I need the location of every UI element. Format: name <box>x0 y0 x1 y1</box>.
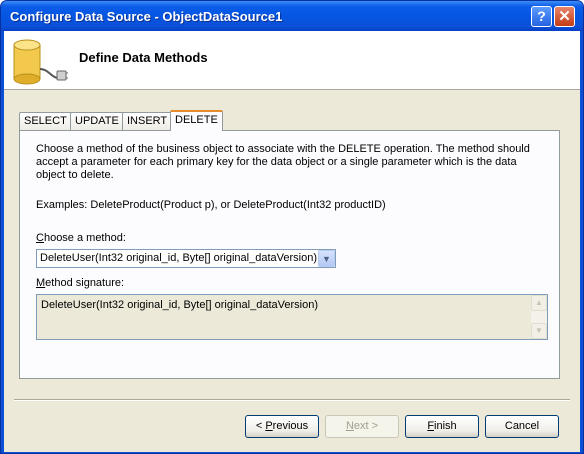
signature-scrollbar[interactable]: ▲ ▼ <box>531 295 547 339</box>
close-button[interactable]: ✕ <box>554 6 575 27</box>
finish-button-label: inish <box>434 420 457 432</box>
next-button-label: ext > <box>353 420 379 432</box>
dialog-client-area: Define Data Methods SELECT UPDATE INSERT… <box>4 31 580 452</box>
cancel-button[interactable]: Cancel <box>485 415 559 438</box>
method-dropdown[interactable]: DeleteUser(Int32 original_id, Byte[] ori… <box>36 249 336 268</box>
tab-select[interactable]: SELECT <box>19 112 72 130</box>
title-bar[interactable]: Configure Data Source - ObjectDataSource… <box>1 1 583 31</box>
scroll-up-icon[interactable]: ▲ <box>531 295 547 311</box>
delete-tab-panel: Choose a method of the business object t… <box>19 130 560 379</box>
finish-button[interactable]: Finish <box>405 415 479 438</box>
next-button-accelerator: N <box>345 420 354 432</box>
tab-update[interactable]: UPDATE <box>70 112 124 130</box>
previous-button-accelerator: P <box>265 420 273 432</box>
next-button[interactable]: Next > <box>325 415 399 438</box>
previous-button[interactable]: < Previous <box>245 415 319 438</box>
examples-text: Examples: DeleteProduct(Product p), or D… <box>36 199 386 211</box>
window-title: Configure Data Source - ObjectDataSource… <box>10 9 283 24</box>
tab-insert[interactable]: INSERT <box>122 112 173 130</box>
configure-data-source-dialog: Configure Data Source - ObjectDataSource… <box>0 0 584 454</box>
method-signature-label-accelerator: M <box>36 277 46 289</box>
method-signature-label-text: ethod signature: <box>45 277 125 289</box>
tab-delete[interactable]: DELETE <box>170 110 223 131</box>
wizard-header: Define Data Methods <box>4 31 580 90</box>
scroll-down-icon[interactable]: ▼ <box>531 323 547 339</box>
choose-method-label: Choose a method: <box>36 232 126 244</box>
method-signature-label: Method signature: <box>36 277 124 289</box>
choose-method-label-accelerator: C <box>36 232 44 244</box>
previous-button-prefix: < <box>255 420 266 432</box>
database-plug-icon <box>13 39 68 85</box>
chevron-down-icon[interactable]: ▼ <box>318 250 335 267</box>
delete-description: Choose a method of the business object t… <box>36 143 530 181</box>
method-signature-box[interactable]: DeleteUser(Int32 original_id, Byte[] ori… <box>36 294 548 340</box>
help-button[interactable]: ? <box>531 6 552 27</box>
page-title: Define Data Methods <box>79 50 208 65</box>
method-dropdown-value: DeleteUser(Int32 original_id, Byte[] ori… <box>40 252 317 264</box>
choose-method-label-text: hoose a method: <box>43 232 126 244</box>
footer-separator <box>14 399 570 401</box>
method-signature-text: DeleteUser(Int32 original_id, Byte[] ori… <box>41 299 318 311</box>
previous-button-label: revious <box>272 420 309 432</box>
